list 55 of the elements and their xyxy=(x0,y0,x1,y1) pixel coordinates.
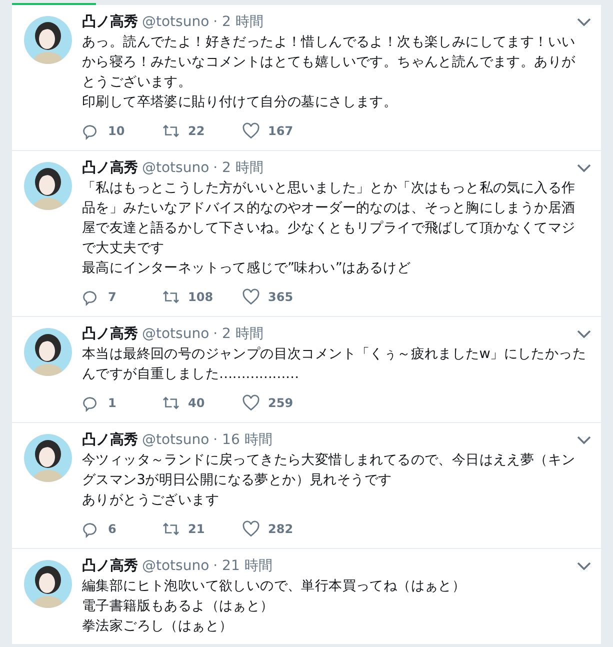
user-name[interactable]: 凸ノ高秀 xyxy=(82,12,138,32)
retweet-count: 40 xyxy=(188,396,205,410)
reply-count: 7 xyxy=(108,290,116,304)
tweet-text: 「私はもっとこうした方がいいと思いました」とか「次はもっと私の気に入る作品を」みたいなアドバイス的なのやオーダー的なのは、そっと胸にしまうか居酒屋で友達と語るかして下さいね。少なくともリプライで飛ばして頂かなくてマジで大丈夫です xyxy=(82,179,576,258)
tweet-text: ありがとうございます xyxy=(82,491,220,510)
like-count: 282 xyxy=(268,522,294,536)
caret-icon[interactable] xyxy=(577,329,591,339)
tweet-text: 印刷して卒塔婆に貼り付けて自分の墓にさします。 xyxy=(82,93,398,112)
avatar-icon[interactable] xyxy=(24,162,72,210)
avatar-icon[interactable] xyxy=(24,16,72,64)
caret-icon[interactable] xyxy=(577,163,591,173)
user-name[interactable]: 凸ノ高秀 xyxy=(82,324,138,344)
tweet-time[interactable]: · 2 時間 xyxy=(213,12,264,32)
user-name[interactable]: 凸ノ高秀 xyxy=(82,158,138,178)
user-handle[interactable]: @totsuno xyxy=(142,158,210,178)
retweet-count: 108 xyxy=(188,290,214,304)
retweet-count: 21 xyxy=(188,522,205,536)
tweet-text: 編集部にヒト泡吹いて欲しいので、単行本買ってね（はぁと） xyxy=(82,577,467,596)
tweet-time[interactable]: · 2 時間 xyxy=(213,158,264,178)
tweet-text: 拳法家ごろし（はぁと） xyxy=(82,617,234,636)
reply-count: 1 xyxy=(108,396,116,410)
retweet-icon[interactable] xyxy=(162,122,180,140)
caret-icon[interactable] xyxy=(577,17,591,27)
caret-icon[interactable] xyxy=(577,561,591,571)
avatar-icon[interactable] xyxy=(24,328,72,376)
heart-icon[interactable] xyxy=(242,394,260,412)
tweet-time[interactable]: · 21 時間 xyxy=(213,556,272,576)
tweet-text: 最高にインターネットって感じで”味わい”はあるけど xyxy=(82,259,412,278)
retweet-icon[interactable] xyxy=(162,520,180,538)
reply-count: 6 xyxy=(108,522,116,536)
reply-count: 10 xyxy=(108,124,125,138)
tweet-text: 本当は最終回の号のジャンプの目次コメント「くぅ～疲れましたw」にしたかったんですが自重しました……………… xyxy=(82,345,587,384)
user-handle[interactable]: @totsuno xyxy=(142,324,210,344)
tweet-time[interactable]: · 16 時間 xyxy=(213,430,272,450)
retweet-icon[interactable] xyxy=(162,394,180,412)
avatar-icon[interactable] xyxy=(24,434,72,482)
caret-icon[interactable] xyxy=(577,435,591,445)
avatar-icon[interactable] xyxy=(24,560,72,608)
tweet-time[interactable]: · 2 時間 xyxy=(213,324,264,344)
user-handle[interactable]: @totsuno xyxy=(142,12,210,32)
tweet-text: あっ。読んでたよ！好きだったよ！惜しんでるよ！次も楽しみにしてます！いいから寝ろ！みたいなコメントはとても嬉しいです。ちゃんと読んでます。ありがとうございます。 xyxy=(82,33,576,92)
user-handle[interactable]: @totsuno xyxy=(142,556,210,576)
user-name[interactable]: 凸ノ高秀 xyxy=(82,556,138,576)
tweet-text: 今ツィッタ～ランドに戻ってきたら大変惜しまれてるので、今日はええ夢（キングスマン3が明日公開になる夢とか）見れそうです xyxy=(82,451,576,490)
retweet-icon[interactable] xyxy=(162,288,180,306)
user-name[interactable]: 凸ノ高秀 xyxy=(82,430,138,450)
heart-icon[interactable] xyxy=(242,288,260,306)
retweet-count: 22 xyxy=(188,124,205,138)
tweet-text: 電子書籍版もあるよ（はぁと） xyxy=(82,597,275,616)
user-handle[interactable]: @totsuno xyxy=(142,430,210,450)
like-count: 259 xyxy=(268,396,294,410)
like-count: 167 xyxy=(268,124,294,138)
like-count: 365 xyxy=(268,290,294,304)
heart-icon[interactable] xyxy=(242,520,260,538)
heart-icon[interactable] xyxy=(242,122,260,140)
